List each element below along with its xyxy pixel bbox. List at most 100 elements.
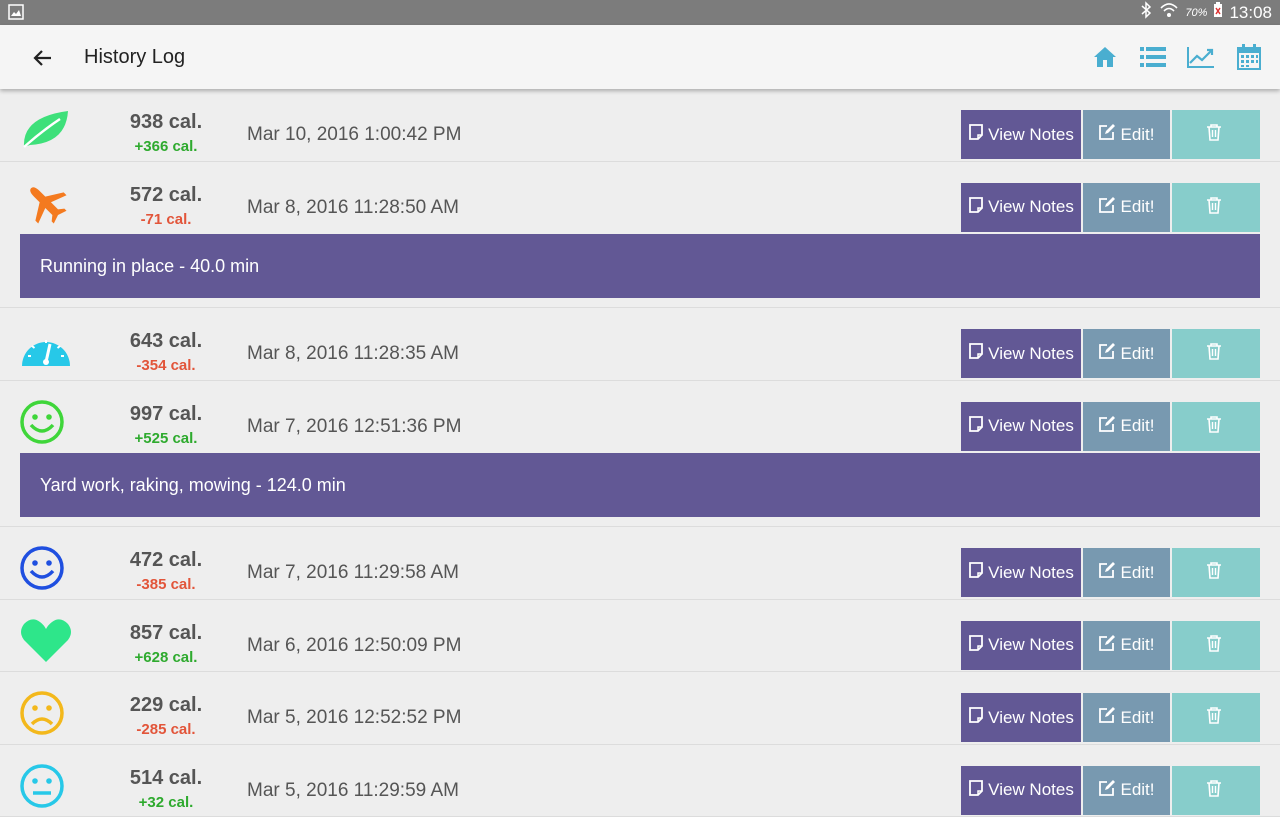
view-notes-label: View Notes [988, 416, 1074, 436]
neutral-face-icon [20, 763, 72, 809]
edit-icon [1098, 196, 1120, 219]
delete-button[interactable] [1172, 693, 1260, 742]
edit-label: Edit! [1120, 780, 1154, 800]
edit-label: Edit! [1120, 416, 1154, 436]
edit-icon [1098, 123, 1120, 146]
view-notes-button[interactable]: View Notes [961, 766, 1081, 815]
calorie-delta: +628 cal. [100, 649, 232, 666]
history-entry-row: 857 cal. +628 cal. Mar 6, 2016 12:50:09 … [0, 600, 1280, 673]
view-notes-button[interactable]: View Notes [961, 548, 1081, 597]
sad-face-icon [20, 690, 72, 736]
edit-label: Edit! [1120, 708, 1154, 728]
edit-label: Edit! [1120, 563, 1154, 583]
notes-panel: Running in place - 40.0 min [20, 234, 1260, 298]
app-toolbar: History Log [0, 25, 1280, 89]
smiley-icon [20, 399, 72, 445]
history-entry-row: 229 cal. -285 cal. Mar 5, 2016 12:52:52 … [0, 672, 1280, 745]
delete-button[interactable] [1172, 183, 1260, 232]
edit-icon [1098, 634, 1120, 657]
calorie-total: 857 cal. [100, 622, 232, 645]
calorie-total: 938 cal. [100, 111, 232, 134]
edit-button[interactable]: Edit! [1083, 766, 1170, 815]
note-icon [968, 561, 988, 584]
view-notes-button[interactable]: View Notes [961, 110, 1081, 159]
trash-icon [1206, 196, 1226, 219]
status-bar: 70% 13:08 [0, 0, 1280, 25]
calendar-icon[interactable] [1234, 41, 1264, 73]
entry-datetime: Mar 7, 2016 11:29:58 AM [247, 562, 459, 584]
gauge-icon [20, 326, 72, 372]
view-notes-button[interactable]: View Notes [961, 183, 1081, 232]
back-arrow-icon[interactable] [28, 43, 58, 73]
view-notes-label: View Notes [988, 125, 1074, 145]
entry-datetime: Mar 5, 2016 11:29:59 AM [247, 780, 459, 802]
view-notes-button[interactable]: View Notes [961, 329, 1081, 378]
edit-icon [1098, 415, 1120, 438]
history-entry-row: 643 cal. -354 cal. Mar 8, 2016 11:28:35 … [0, 308, 1280, 381]
history-list: 938 cal. +366 cal. Mar 10, 2016 1:00:42 … [0, 89, 1280, 817]
edit-button[interactable]: Edit! [1083, 621, 1170, 670]
clock: 13:08 [1229, 3, 1272, 23]
bluetooth-icon [1139, 1, 1153, 24]
view-notes-label: View Notes [988, 635, 1074, 655]
edit-button[interactable]: Edit! [1083, 402, 1170, 451]
battery-percent: 70% [1185, 7, 1207, 19]
edit-label: Edit! [1120, 635, 1154, 655]
trash-icon [1206, 706, 1226, 729]
entry-datetime: Mar 6, 2016 12:50:09 PM [247, 635, 461, 657]
history-entry-row: 514 cal. +32 cal. Mar 5, 2016 11:29:59 A… [0, 745, 1280, 817]
delete-button[interactable] [1172, 329, 1260, 378]
view-notes-label: View Notes [988, 197, 1074, 217]
edit-label: Edit! [1120, 197, 1154, 217]
battery-icon [1213, 2, 1223, 23]
row-divider [0, 298, 1280, 308]
trash-icon [1206, 779, 1226, 802]
row-divider [0, 517, 1280, 527]
delete-button[interactable] [1172, 621, 1260, 670]
view-notes-label: View Notes [988, 563, 1074, 583]
view-notes-button[interactable]: View Notes [961, 402, 1081, 451]
calorie-total: 229 cal. [100, 694, 232, 717]
history-entry-row: 472 cal. -385 cal. Mar 7, 2016 11:29:58 … [0, 527, 1280, 600]
note-icon [968, 123, 988, 146]
edit-button[interactable]: Edit! [1083, 548, 1170, 597]
list-icon[interactable] [1138, 41, 1168, 73]
entry-datetime: Mar 8, 2016 11:28:35 AM [247, 343, 459, 365]
view-notes-button[interactable]: View Notes [961, 693, 1081, 742]
trend-chart-icon[interactable] [1186, 41, 1216, 73]
calorie-delta: -285 cal. [100, 721, 232, 738]
home-icon[interactable] [1090, 41, 1120, 73]
delete-button[interactable] [1172, 548, 1260, 597]
history-entry-row: 572 cal. -71 cal. Mar 8, 2016 11:28:50 A… [0, 162, 1280, 235]
calorie-delta: +32 cal. [100, 794, 232, 811]
calorie-total: 472 cal. [100, 549, 232, 572]
edit-icon [1098, 561, 1120, 584]
view-notes-button[interactable]: View Notes [961, 621, 1081, 670]
leaf-icon [20, 107, 72, 153]
airplane-icon [20, 180, 72, 226]
trash-icon [1206, 415, 1226, 438]
edit-button[interactable]: Edit! [1083, 329, 1170, 378]
edit-icon [1098, 779, 1120, 802]
note-icon [968, 706, 988, 729]
entry-datetime: Mar 7, 2016 12:51:36 PM [247, 416, 461, 438]
delete-button[interactable] [1172, 766, 1260, 815]
calorie-delta: -71 cal. [100, 211, 232, 228]
entry-datetime: Mar 8, 2016 11:28:50 AM [247, 197, 459, 219]
edit-button[interactable]: Edit! [1083, 693, 1170, 742]
notes-panel: Yard work, raking, mowing - 124.0 min [20, 453, 1260, 517]
wifi-icon [1159, 2, 1179, 23]
smiley-icon [20, 545, 72, 591]
edit-label: Edit! [1120, 344, 1154, 364]
history-entry-row: 938 cal. +366 cal. Mar 10, 2016 1:00:42 … [0, 89, 1280, 162]
entry-datetime: Mar 10, 2016 1:00:42 PM [247, 124, 461, 146]
edit-button[interactable]: Edit! [1083, 110, 1170, 159]
calorie-total: 514 cal. [100, 767, 232, 790]
edit-button[interactable]: Edit! [1083, 183, 1170, 232]
view-notes-label: View Notes [988, 708, 1074, 728]
delete-button[interactable] [1172, 402, 1260, 451]
view-notes-label: View Notes [988, 780, 1074, 800]
delete-button[interactable] [1172, 110, 1260, 159]
trash-icon [1206, 561, 1226, 584]
trash-icon [1206, 342, 1226, 365]
